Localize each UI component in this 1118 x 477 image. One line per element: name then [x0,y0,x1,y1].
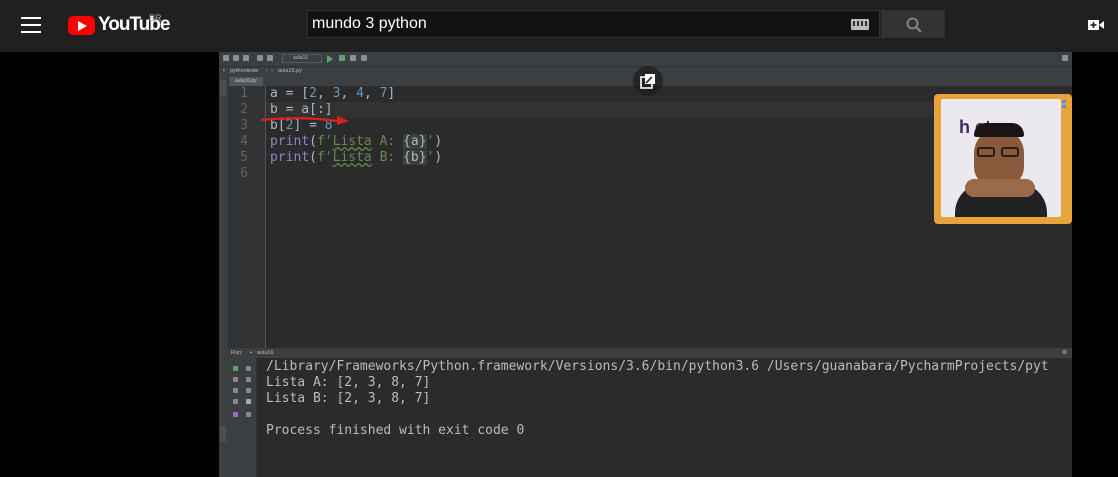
folder-icon [223,55,229,61]
stop-run-icon [233,377,238,382]
rerun-icon [233,366,238,371]
presenter-hands [965,179,1035,197]
ide-search-icon [1062,55,1068,61]
forward-icon [267,55,273,61]
pin-icon [233,412,238,417]
console-line: /Library/Frameworks/Python.framework/Ver… [266,359,1049,374]
miniplayer-button[interactable] [633,66,663,96]
run-tab-label: aula16 [257,350,274,356]
red-arrow-annotation [260,116,349,125]
project-tool-label [220,80,226,96]
sync-icon [243,55,249,61]
breadcrumb-separator: › [266,68,268,74]
miniplayer-icon [640,74,655,89]
youtube-play-icon [68,15,95,35]
youtube-masthead: YouTube BR [0,0,1118,52]
keyboard-icon[interactable] [851,19,869,30]
run-tab-icon: ▪ [250,350,252,356]
debug-icon [339,55,345,61]
vcs-icon [361,55,367,61]
ide-toolbar: aula16 [219,52,1072,66]
search-input[interactable] [312,11,832,37]
run-label: Run: [231,350,243,356]
close-run-icon [233,399,238,404]
run-icon [327,55,333,63]
console-line: Lista B: [2, 3, 8, 7] [266,391,431,406]
clear-icon [246,412,251,417]
code-line-1: a = [2, 3, 4, 7] [270,86,396,101]
file-tab-label: aula16.py [235,78,257,84]
structure-tool-label [220,426,226,442]
line-number: 3 [240,118,248,133]
stop-icon [350,55,356,61]
presenter-glasses [975,147,1023,157]
search-button[interactable] [881,10,945,38]
run-configuration-label: aula16 [293,55,309,61]
print-icon [246,399,251,404]
scroll-down-icon [246,377,251,382]
line-number: 6 [240,166,248,181]
breadcrumb-file: aula16.py [278,68,302,74]
scroll-up-icon [246,366,251,371]
webcam-video: h et [941,99,1061,217]
run-panel-header: Run: ▪ aula16 ⚙ [228,348,1072,358]
breadcrumb-file-icon: ▫ [271,68,273,74]
run-toolbar [228,358,257,477]
video-camera-plus-icon[interactable] [1087,16,1105,34]
youtube-logo[interactable]: YouTube BR [68,13,170,36]
video-player[interactable]: aula16 ▪ pythonteste › ▫ aula16.py aula1… [219,52,1072,477]
line-number: 2 [240,102,248,117]
search-box [307,10,880,38]
file-tab: aula16.py [229,77,263,86]
line-number: 1 [240,86,248,101]
line-number: 4 [240,134,248,149]
pause-icon [233,388,238,393]
hamburger-icon[interactable] [21,17,41,33]
console-line: Lista A: [2, 3, 8, 7] [266,375,431,390]
run-configuration: aula16 [282,54,322,63]
presenter-hair [974,123,1024,137]
console-line: Process finished with exit code 0 [266,423,525,438]
breadcrumb-folder-icon: ▪ [223,68,225,74]
back-icon [257,55,263,61]
webcam-overlay: h et [934,94,1072,224]
scrollbar-markers [1062,100,1066,112]
run-settings-icon: ⚙ [1062,350,1067,356]
save-icon [233,55,239,61]
code-line-4: print(f'Lista A: {a}') [270,134,443,149]
soft-wrap-icon [246,388,251,393]
search-icon [906,17,922,33]
run-console: /Library/Frameworks/Python.framework/Ver… [257,358,1072,477]
country-code: BR [149,13,162,23]
line-number: 5 [240,150,248,165]
breadcrumb-project: pythonteste [230,68,259,74]
code-line-5: print(f'Lista B: {b}') [270,150,443,165]
